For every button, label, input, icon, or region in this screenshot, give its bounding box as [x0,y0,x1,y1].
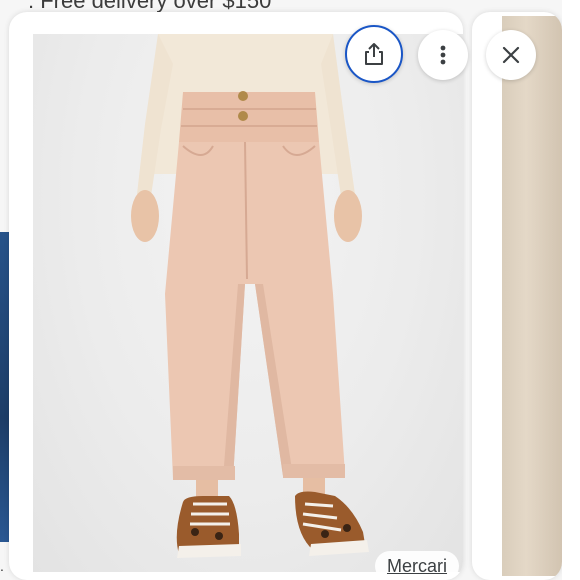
share-icon [365,43,383,65]
right-edge [562,0,580,580]
next-result-image[interactable] [502,16,562,576]
share-button[interactable] [345,25,403,83]
more-vert-icon [440,45,446,65]
close-button[interactable] [486,30,536,80]
next-result-card[interactable] [472,12,562,580]
source-link-mercari[interactable]: Mercari [375,551,460,580]
product-image[interactable] [33,34,463,572]
image-preview-card: Mercari [9,12,463,580]
more-options-button[interactable] [418,30,468,80]
edge-mark: . [0,558,4,574]
previous-result-thumbnail[interactable] [0,232,9,542]
close-icon [502,46,520,64]
product-photo-illustration [131,34,369,558]
